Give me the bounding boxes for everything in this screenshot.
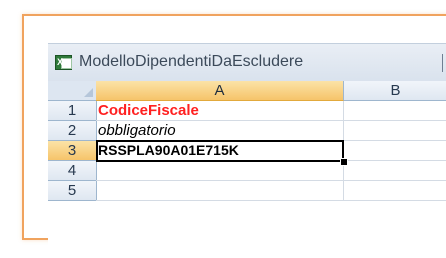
workbook-title: ModelloDipendentiDaEscludere	[79, 53, 304, 70]
row-header-1[interactable]: 1	[48, 101, 97, 121]
workbook-title-bar[interactable]: X ModelloDipendentiDaEscludere	[48, 43, 446, 82]
spreadsheet-window: X ModelloDipendentiDaEscludere A B 1 Cod…	[48, 43, 446, 258]
cell-b1[interactable]	[344, 101, 446, 121]
column-header-b[interactable]: B	[344, 81, 446, 101]
cell-a5[interactable]	[96, 181, 344, 201]
row-header-3[interactable]: 3	[48, 141, 97, 161]
row-header-4[interactable]: 4	[48, 161, 97, 181]
cell-a2[interactable]: obbligatorio	[96, 121, 344, 141]
cell-b5[interactable]	[344, 181, 446, 201]
row-header-2[interactable]: 2	[48, 121, 97, 141]
cell-b4[interactable]	[344, 161, 446, 181]
excel-icon: X	[55, 55, 72, 70]
title-separator	[442, 54, 443, 72]
row-header-5[interactable]: 5	[48, 181, 97, 201]
column-header-a[interactable]: A	[96, 81, 344, 101]
cell-a1[interactable]: CodiceFiscale	[96, 101, 344, 121]
cell-b2[interactable]	[344, 121, 446, 141]
cell-b3[interactable]	[344, 141, 446, 161]
fill-handle[interactable]	[340, 158, 348, 166]
select-all-corner[interactable]	[48, 81, 97, 101]
cell-a4[interactable]	[96, 161, 344, 181]
active-cell-selection	[96, 140, 344, 162]
